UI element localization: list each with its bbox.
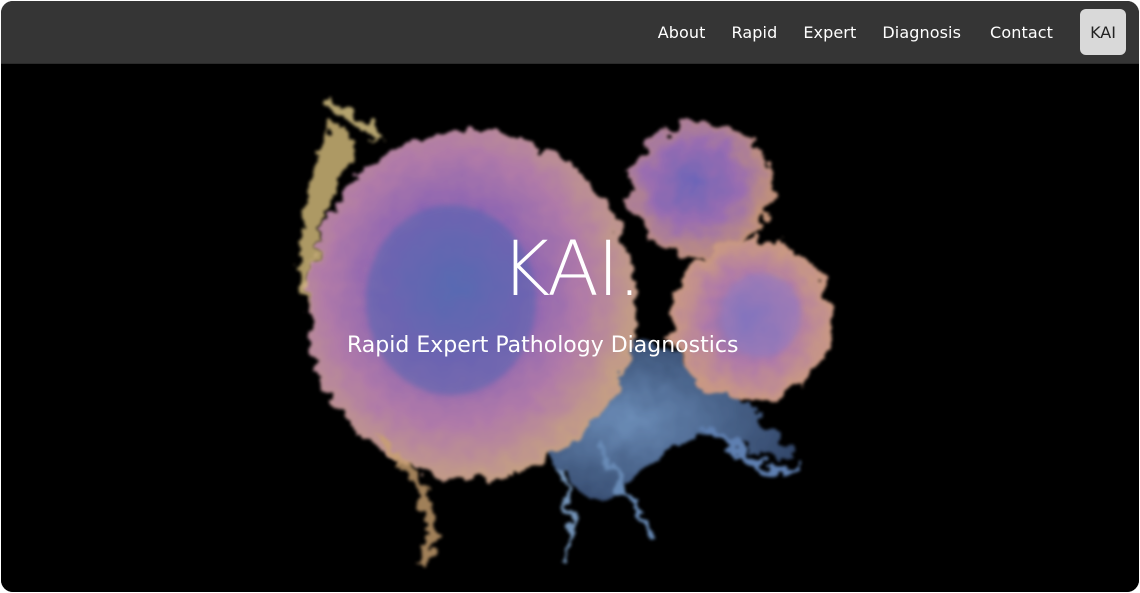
nav-link-contact[interactable]: Contact	[990, 23, 1053, 42]
hero-title: KAI.	[500, 224, 641, 313]
hero-section: KAI. Rapid Expert Pathology Diagnostics	[1, 65, 1139, 592]
top-navbar: About Rapid Expert Diagnosis Contact KAI	[1, 1, 1139, 64]
cancer-cell-image	[300, 100, 831, 568]
hero-subtitle: Rapid Expert Pathology Diagnostics	[347, 333, 739, 358]
page-frame: About Rapid Expert Diagnosis Contact KAI	[1, 1, 1139, 592]
nav-link-rapid[interactable]: Rapid	[732, 23, 778, 42]
nav-links: About Rapid Expert Diagnosis Contact	[632, 23, 1053, 42]
nav-link-about[interactable]: About	[658, 23, 706, 42]
nav-link-expert[interactable]: Expert	[803, 23, 856, 42]
brand-button[interactable]: KAI	[1080, 9, 1126, 55]
nav-link-diagnosis[interactable]: Diagnosis	[882, 23, 961, 42]
